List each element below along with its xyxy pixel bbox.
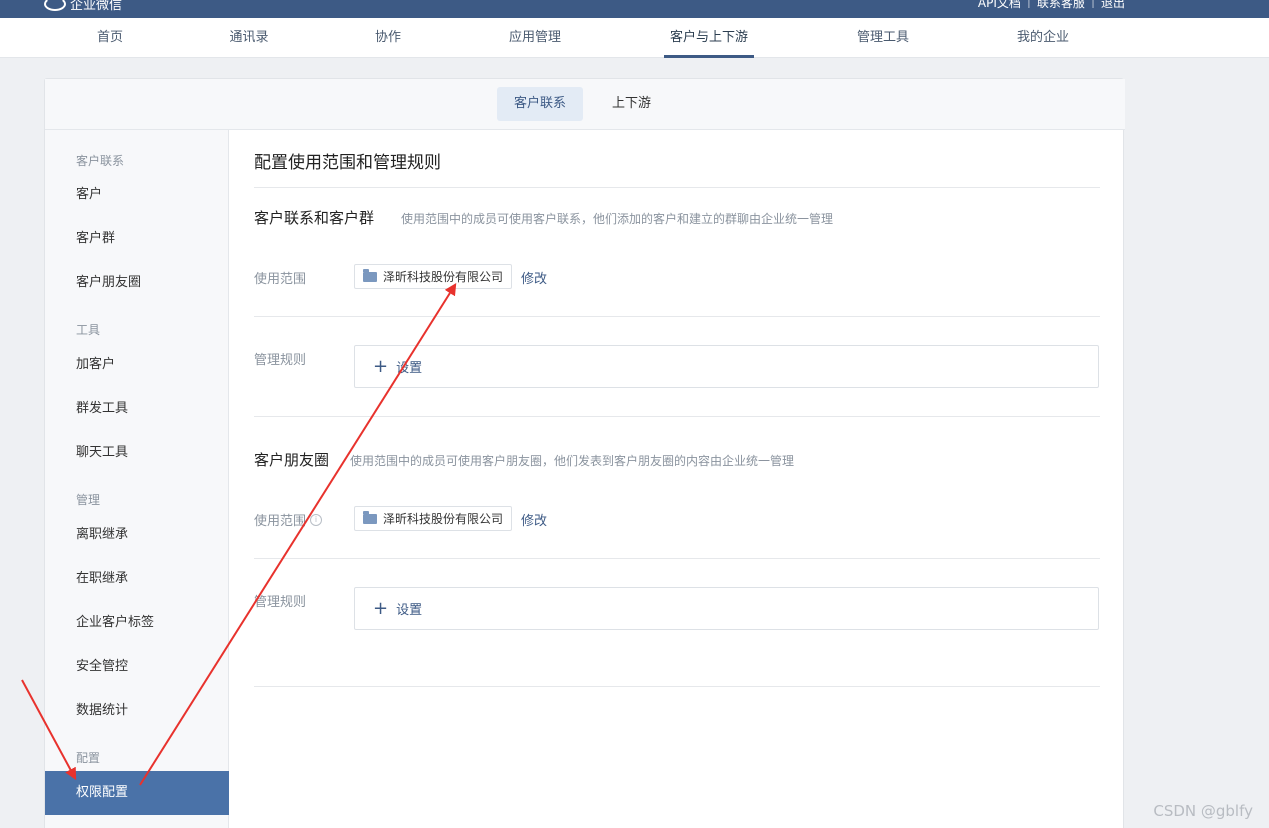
scope-tag-text: 泽昕科技股份有限公司 bbox=[383, 270, 504, 284]
scope-tag-text: 泽昕科技股份有限公司 bbox=[383, 512, 504, 526]
sidebar-item-customer-groups[interactable]: 客户群 bbox=[45, 217, 229, 261]
sidebar-item-customers[interactable]: 客户 bbox=[45, 173, 229, 217]
info-icon[interactable]: i bbox=[310, 513, 323, 526]
top-bar: 企业微信 API文档 | 联系客服 | 退出 bbox=[0, 0, 1269, 18]
set-rule-button[interactable]: + 设置 bbox=[354, 587, 1099, 630]
main-nav: 首页 通讯录 协作 应用管理 客户与上下游 管理工具 我的企业 bbox=[0, 18, 1269, 58]
rule-label: 管理规则 bbox=[254, 591, 306, 610]
contact-support-link[interactable]: 联系客服 bbox=[1037, 0, 1085, 11]
rule-label: 管理规则 bbox=[254, 349, 306, 368]
scope-label: 使用范围 bbox=[254, 268, 306, 287]
sidebar-item-security-control[interactable]: 安全管控 bbox=[45, 645, 229, 689]
sidebar-group-tools: 工具 bbox=[76, 323, 101, 337]
section-desc-customer-contact: 使用范围中的成员可使用客户联系，他们添加的客户和建立的群聊由企业统一管理 bbox=[401, 212, 834, 226]
sidebar-item-moments[interactable]: 客户朋友圈 bbox=[45, 261, 229, 305]
separator: | bbox=[1090, 0, 1095, 8]
sidebar-item-customer-tags[interactable]: 企业客户标签 bbox=[45, 601, 229, 645]
nav-my-enterprise[interactable]: 我的企业 bbox=[1008, 18, 1078, 58]
brand[interactable]: 企业微信 bbox=[44, 0, 122, 13]
tab-upstream-downstream[interactable]: 上下游 bbox=[595, 87, 668, 121]
rule-label-text: 管理规则 bbox=[254, 595, 307, 610]
rule-label-text: 管理规则 bbox=[254, 353, 307, 368]
plus-icon: + bbox=[373, 597, 389, 619]
divider bbox=[254, 686, 1100, 687]
separator: | bbox=[1026, 0, 1031, 8]
nav-customers-upstream[interactable]: 客户与上下游 bbox=[664, 18, 754, 58]
nav-home[interactable]: 首页 bbox=[88, 18, 132, 58]
sidebar-item-mass-messaging[interactable]: 群发工具 bbox=[45, 387, 229, 431]
section-title-moments: 客户朋友圈 bbox=[254, 451, 330, 469]
brand-name: 企业微信 bbox=[70, 0, 123, 13]
scope-label-text: 使用范围 bbox=[254, 272, 307, 287]
sidebar-item-active-inheritance[interactable]: 在职继承 bbox=[45, 557, 229, 601]
scope-tag: 泽昕科技股份有限公司 bbox=[354, 506, 513, 531]
nav-contacts[interactable]: 通讯录 bbox=[222, 18, 276, 58]
page-title: 配置使用范围和管理规则 bbox=[254, 153, 441, 173]
sidebar-group-customer-contact: 客户联系 bbox=[76, 154, 125, 168]
scope-label-text: 使用范围 bbox=[254, 514, 307, 529]
set-rule-label: 设置 bbox=[396, 603, 423, 618]
folder-icon bbox=[363, 268, 377, 282]
logout-link[interactable]: 退出 bbox=[1101, 0, 1125, 11]
wecom-logo-icon bbox=[44, 0, 66, 11]
scope-label: 使用范围 i bbox=[254, 510, 323, 529]
section-desc-moments: 使用范围中的成员可使用客户朋友圈，他们发表到客户朋友圈的内容由企业统一管理 bbox=[350, 454, 795, 468]
api-docs-link[interactable]: API文档 bbox=[978, 0, 1021, 11]
sidebar-item-permission-config[interactable]: 权限配置 bbox=[45, 771, 229, 815]
divider bbox=[254, 316, 1100, 317]
watermark: CSDN @gblfy bbox=[1153, 802, 1253, 820]
sub-tabs: 客户联系 上下游 bbox=[45, 79, 1125, 130]
sidebar: 客户联系 客户 客户群 客户朋友圈 工具 加客户 群发工具 聊天工具 管理 离职… bbox=[45, 130, 229, 828]
sidebar-group-management: 管理 bbox=[76, 493, 101, 507]
sidebar-item-statistics[interactable]: 数据统计 bbox=[45, 689, 229, 733]
scope-tag: 泽昕科技股份有限公司 bbox=[354, 264, 513, 289]
sidebar-item-chat-tools[interactable]: 聊天工具 bbox=[45, 431, 229, 475]
content-card: 客户联系 上下游 客户联系 客户 客户群 客户朋友圈 工具 加客户 群发工具 聊… bbox=[44, 78, 1125, 828]
divider bbox=[254, 558, 1100, 559]
nav-app-management[interactable]: 应用管理 bbox=[500, 18, 570, 58]
top-links: API文档 | 联系客服 | 退出 bbox=[978, 0, 1125, 11]
section-title-customer-contact: 客户联系和客户群 bbox=[254, 209, 375, 227]
nav-collaboration[interactable]: 协作 bbox=[366, 18, 410, 58]
tab-customer-contact[interactable]: 客户联系 bbox=[497, 87, 584, 121]
sidebar-group-config: 配置 bbox=[76, 751, 101, 765]
sidebar-item-add-customer[interactable]: 加客户 bbox=[45, 343, 229, 387]
set-rule-button[interactable]: + 设置 bbox=[354, 345, 1099, 388]
edit-scope-link[interactable]: 修改 bbox=[521, 268, 547, 287]
plus-icon: + bbox=[373, 355, 389, 377]
folder-icon bbox=[363, 510, 377, 524]
divider bbox=[254, 416, 1100, 417]
sidebar-item-resigned-inheritance[interactable]: 离职继承 bbox=[45, 513, 229, 557]
divider bbox=[254, 187, 1100, 188]
edit-scope-link[interactable]: 修改 bbox=[521, 510, 547, 529]
set-rule-label: 设置 bbox=[396, 361, 423, 376]
nav-management-tools[interactable]: 管理工具 bbox=[848, 18, 918, 58]
